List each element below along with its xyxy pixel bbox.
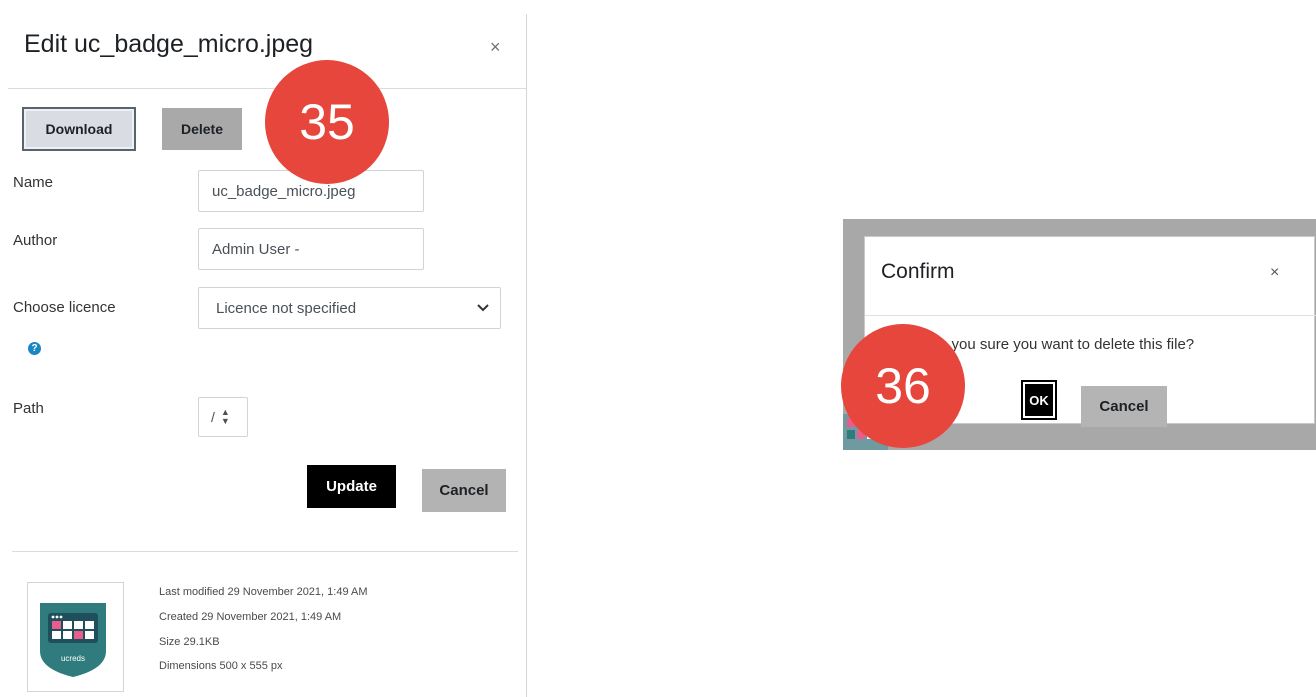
meta-created: Created 29 November 2021, 1:49 AM	[159, 611, 342, 623]
meta-dimensions: Dimensions 500 x 555 px	[159, 660, 283, 672]
step-marker-35: 35	[265, 60, 389, 184]
file-thumbnail: ucreds	[27, 582, 124, 692]
section-divider	[12, 551, 518, 552]
name-label: Name	[13, 174, 54, 191]
chevron-down-icon	[477, 304, 489, 312]
licence-label: Choose licence	[13, 299, 116, 316]
author-input[interactable]: Admin User -	[198, 228, 424, 270]
meta-size: Size 29.1KB	[159, 636, 220, 648]
licence-select-value: Licence not specified	[216, 299, 357, 317]
header-divider	[8, 88, 526, 89]
close-icon[interactable]: ×	[1270, 265, 1279, 281]
update-button[interactable]: Update	[307, 465, 396, 508]
confirm-divider	[865, 315, 1316, 316]
download-button[interactable]: Download	[22, 107, 136, 151]
step-marker-36: 36	[841, 324, 965, 448]
badge-text: ucreds	[61, 654, 85, 663]
file-edit-panel: Edit uc_badge_micro.jpeg × Download Dele…	[0, 0, 528, 697]
path-select[interactable]: / ▲ ▼	[198, 397, 248, 437]
delete-button[interactable]: Delete	[162, 108, 242, 150]
meta-last-modified: Last modified 29 November 2021, 1:49 AM	[159, 586, 368, 598]
confirm-cancel-button[interactable]: Cancel	[1081, 386, 1167, 427]
panel-title: Edit uc_badge_micro.jpeg	[24, 30, 314, 58]
confirm-message: Are you sure you want to delete this fil…	[924, 336, 1195, 353]
help-icon[interactable]: ?	[28, 342, 41, 355]
confirm-title: Confirm	[881, 260, 955, 283]
path-value: /	[211, 409, 215, 425]
panel-edge	[526, 14, 527, 697]
ok-button[interactable]: OK	[1021, 380, 1057, 420]
path-label: Path	[13, 400, 44, 417]
close-icon[interactable]: ×	[490, 38, 501, 56]
cancel-button[interactable]: Cancel	[422, 469, 506, 512]
author-label: Author	[13, 232, 58, 249]
licence-select[interactable]: Licence not specified	[198, 287, 501, 329]
sort-arrows-icon: ▲ ▼	[220, 407, 230, 426]
badge-image: ucreds	[40, 603, 106, 677]
